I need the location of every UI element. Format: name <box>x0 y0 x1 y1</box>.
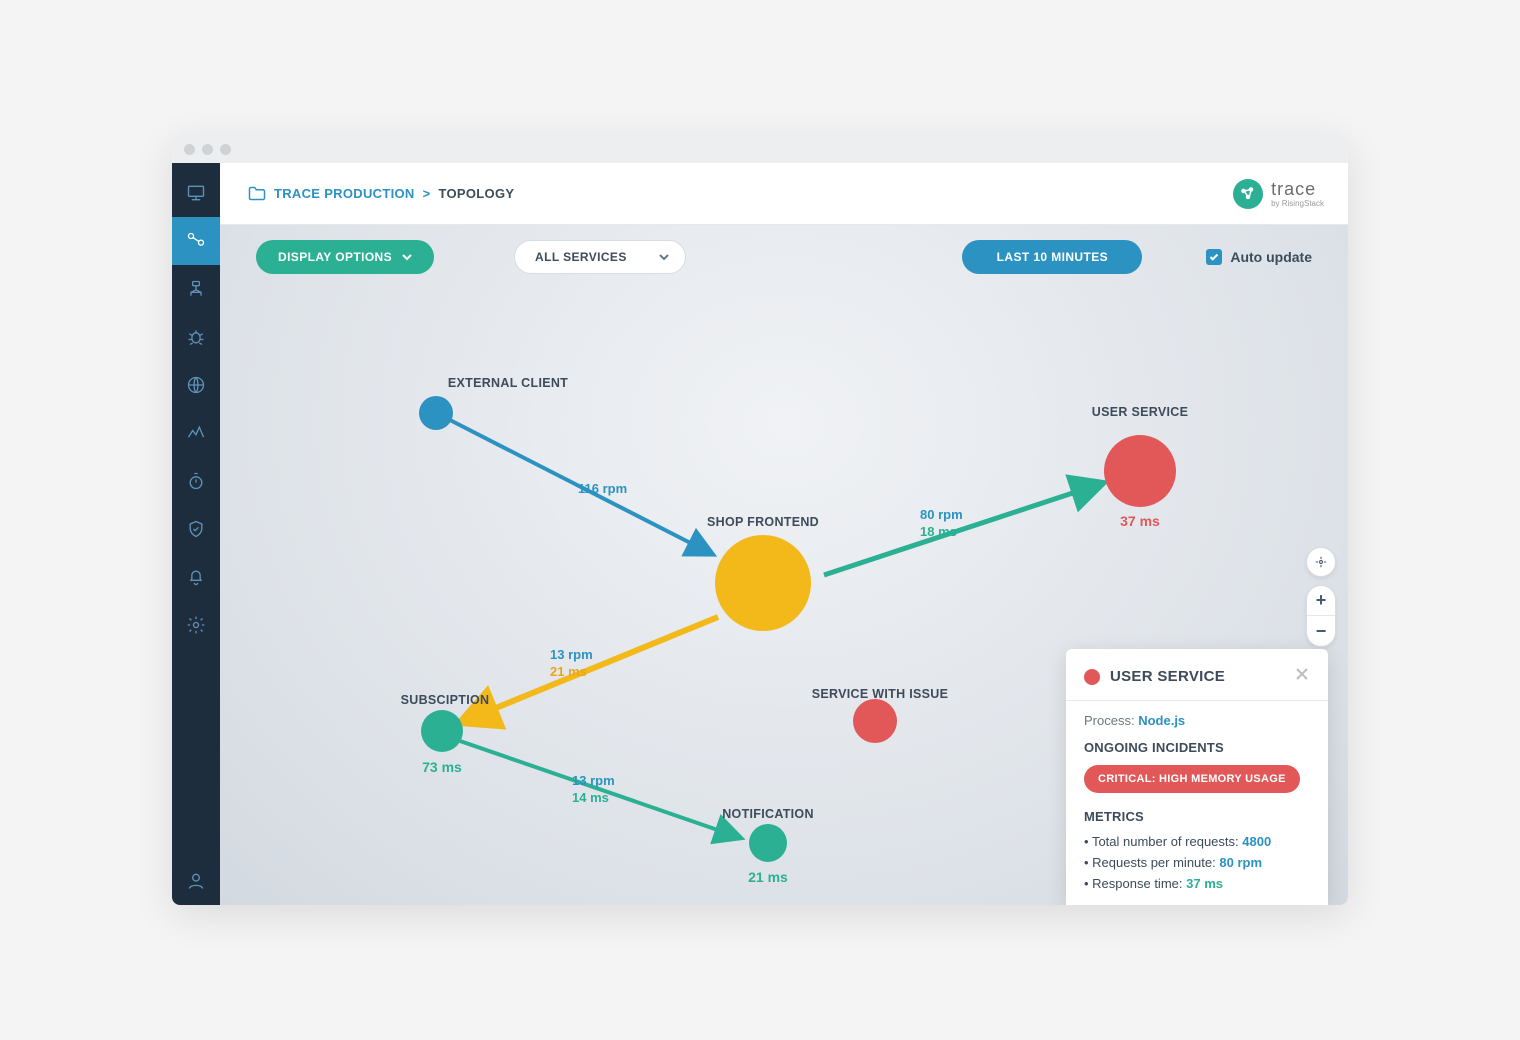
dashboard-icon <box>186 183 206 203</box>
incidents-heading: ONGOING INCIDENTS <box>1084 740 1310 755</box>
edge-label-sf-sub-ms: 21 ms <box>550 664 593 681</box>
bug-icon <box>186 327 206 347</box>
sidebar-dashboard[interactable] <box>172 169 220 217</box>
folder-icon <box>248 186 266 201</box>
brand-name: trace <box>1271 180 1324 198</box>
zoom-controls: + − <box>1306 547 1336 647</box>
window-min-dot[interactable] <box>202 144 213 155</box>
services-filter-dropdown[interactable]: ALL SERVICES <box>514 240 686 274</box>
process-value[interactable]: Node.js <box>1138 713 1185 728</box>
main-area: TRACE PRODUCTION > TOPOLOGY trace by Ris… <box>220 163 1348 905</box>
window-close-dot[interactable] <box>184 144 195 155</box>
metrics-heading: METRICS <box>1084 809 1310 824</box>
breadcrumb: TRACE PRODUCTION > TOPOLOGY <box>248 186 514 201</box>
timerange-label: LAST 10 MINUTES <box>997 250 1108 264</box>
node-service-issue[interactable] <box>853 699 897 743</box>
sidebar-profiler[interactable] <box>172 457 220 505</box>
metric-response-time: Response time: 37 ms <box>1084 876 1310 891</box>
node-user-service[interactable] <box>1104 435 1176 507</box>
sidebar-infra[interactable] <box>172 265 220 313</box>
bell-icon <box>186 567 206 587</box>
label-shop-frontend: SHOP FRONTEND <box>707 515 819 529</box>
sidebar-settings[interactable] <box>172 601 220 649</box>
breadcrumb-app[interactable]: TRACE PRODUCTION <box>274 186 415 201</box>
metric-notification: 21 ms <box>748 869 788 885</box>
chevron-down-icon <box>659 252 669 262</box>
node-external-client[interactable] <box>419 396 453 430</box>
sidebar-topology[interactable] <box>172 217 220 265</box>
toolbar: DISPLAY OPTIONS ALL SERVICES LAST 10 MIN… <box>220 225 1348 289</box>
metric-rpm: Requests per minute: 80 rpm <box>1084 855 1310 870</box>
edge-label-sub-not-ms: 14 ms <box>572 790 615 807</box>
gear-icon <box>186 615 206 635</box>
zoom-center-button[interactable] <box>1306 547 1336 577</box>
edge-label-sf-us-rpm: 80 rpm <box>920 507 963 524</box>
close-panel-button[interactable] <box>1294 665 1310 688</box>
sidebar-errors[interactable] <box>172 313 220 361</box>
breadcrumb-sep: > <box>423 186 431 201</box>
services-filter-label: ALL SERVICES <box>535 250 627 264</box>
zoom-out-button[interactable]: − <box>1307 616 1335 646</box>
display-options-button[interactable]: DISPLAY OPTIONS <box>256 240 434 274</box>
edge-label-ec-sf-rpm: 116 rpm <box>578 481 627 498</box>
close-icon <box>1294 666 1310 682</box>
label-service-issue: SERVICE WITH ISSUE <box>812 687 948 701</box>
metric-subscription: 73 ms <box>422 759 462 775</box>
metric-total-requests: Total number of requests: 4800 <box>1084 834 1310 849</box>
node-shop-frontend[interactable] <box>715 535 811 631</box>
brand: trace by RisingStack <box>1233 179 1324 209</box>
checkbox-icon <box>1206 249 1222 265</box>
brand-sub: by RisingStack <box>1271 200 1324 208</box>
zoom-in-button[interactable]: + <box>1307 586 1335 616</box>
status-dot-icon <box>1084 669 1100 685</box>
crosshair-icon <box>1314 555 1328 569</box>
stopwatch-icon <box>186 471 206 491</box>
label-notification: NOTIFICATION <box>722 807 814 821</box>
process-label: Process: <box>1084 713 1135 728</box>
shield-icon <box>186 519 206 539</box>
edge-label-sub-not-rpm: 13 rpm <box>572 773 615 790</box>
auto-update-label: Auto update <box>1230 249 1312 265</box>
timerange-button[interactable]: LAST 10 MINUTES <box>962 240 1142 274</box>
sidebar-security[interactable] <box>172 505 220 553</box>
chevron-down-icon <box>402 252 412 262</box>
window-titlebar <box>172 135 1348 163</box>
edge-label-sf-sub-rpm: 13 rpm <box>550 647 593 664</box>
node-notification[interactable] <box>749 824 787 862</box>
service-info-panel: USER SERVICE Process: Node.js ONGOING IN… <box>1066 649 1328 905</box>
chart-icon <box>186 423 206 443</box>
sidebar-user[interactable] <box>172 857 220 905</box>
topology-icon <box>186 231 206 251</box>
sidebar-alerts[interactable] <box>172 553 220 601</box>
topology-canvas[interactable]: EXTERNAL CLIENT SHOP FRONTEND USER SERVI… <box>220 289 1348 905</box>
infra-icon <box>186 279 206 299</box>
node-subscription[interactable] <box>421 710 463 752</box>
header-bar: TRACE PRODUCTION > TOPOLOGY trace by Ris… <box>220 163 1348 225</box>
sidebar-metrics[interactable] <box>172 409 220 457</box>
sidebar-web[interactable] <box>172 361 220 409</box>
label-subscription: SUBSCIPTION <box>401 693 490 707</box>
sidebar <box>172 163 220 905</box>
globe-icon <box>186 375 206 395</box>
info-panel-title: USER SERVICE <box>1110 668 1284 685</box>
incident-pill[interactable]: CRITICAL: HIGH MEMORY USAGE <box>1084 765 1300 793</box>
label-external-client: EXTERNAL CLIENT <box>448 376 568 390</box>
metric-user-service: 37 ms <box>1120 513 1160 529</box>
window-max-dot[interactable] <box>220 144 231 155</box>
display-options-label: DISPLAY OPTIONS <box>278 250 392 264</box>
app-window: TRACE PRODUCTION > TOPOLOGY trace by Ris… <box>172 135 1348 905</box>
label-user-service: USER SERVICE <box>1092 405 1188 419</box>
edge-label-sf-us-ms: 18 ms <box>920 524 963 541</box>
auto-update-toggle[interactable]: Auto update <box>1206 249 1312 265</box>
breadcrumb-page: TOPOLOGY <box>438 186 514 201</box>
user-icon <box>186 871 206 891</box>
brand-logo-icon <box>1233 179 1263 209</box>
metrics-list: Total number of requests: 4800 Requests … <box>1084 834 1310 891</box>
info-process-row: Process: Node.js <box>1084 713 1310 728</box>
